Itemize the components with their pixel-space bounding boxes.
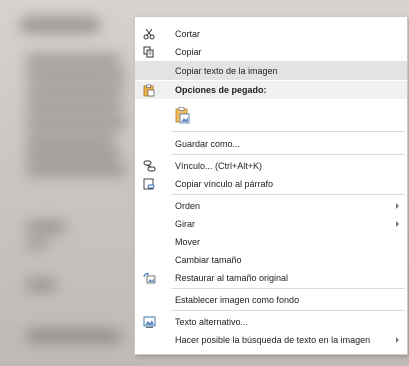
paste-as-picture-button[interactable] [135, 103, 407, 127]
menu-item-label: Copiar texto de la imagen [175, 65, 278, 76]
menu-item-make-text-searchable[interactable]: Hacer posible la búsqueda de texto en la… [135, 331, 407, 349]
menu-item-cut[interactable]: Cortar [135, 25, 407, 42]
menu-item-copy-link-to-paragraph[interactable]: Copiar vínculo al párrafo [135, 175, 407, 192]
menu-item-rotate[interactable]: Girar [135, 215, 407, 232]
menu-item-alt-text[interactable]: Texto alternativo... [135, 313, 407, 330]
submenu-arrow-icon [396, 337, 399, 343]
menu-separator [171, 310, 405, 311]
menu-separator [171, 131, 405, 132]
paste-icon [141, 82, 157, 98]
menu-item-label: Copiar vínculo al párrafo [175, 178, 274, 189]
menu-item-label: Orden [175, 200, 201, 211]
menu-item-set-picture-as-background[interactable]: Establecer imagen como fondo [135, 291, 407, 308]
menu-item-label: Hacer posible la búsqueda de texto en la… [175, 335, 371, 345]
link-icon [141, 158, 157, 174]
menu-item-link[interactable]: Vínculo... (Ctrl+Alt+K) [135, 157, 407, 174]
menu-item-label: Girar [175, 218, 195, 229]
menu-item-copy[interactable]: Copiar [135, 43, 407, 60]
paste-picture-icon [175, 106, 191, 124]
menu-item-resize[interactable]: Cambiar tamaño [135, 251, 407, 268]
submenu-arrow-icon [396, 220, 399, 227]
menu-item-label: Copiar [175, 46, 202, 57]
scissors-icon [141, 26, 157, 42]
submenu-arrow-icon [396, 202, 399, 209]
alt-text-icon [141, 314, 157, 330]
menu-item-label: Guardar como... [175, 138, 241, 149]
copy-icon [141, 44, 157, 60]
menu-item-restore-original-size[interactable]: Restaurar al tamaño original [135, 269, 407, 286]
menu-separator [171, 288, 405, 289]
paste-options-header: Opciones de pegado: [135, 81, 407, 99]
menu-item-label: Texto alternativo... [175, 316, 249, 327]
menu-item-save-as[interactable]: Guardar como... [135, 135, 407, 152]
menu-item-label: Establecer imagen como fondo [175, 294, 300, 305]
menu-separator [171, 154, 405, 155]
link-paragraph-icon [141, 176, 157, 192]
restore-size-icon [141, 270, 157, 286]
menu-item-label: Mover [175, 236, 201, 247]
menu-item-label: Vínculo... (Ctrl+Alt+K) [175, 160, 263, 171]
menu-item-label: Cortar [175, 28, 201, 39]
menu-item-label: Cambiar tamaño [175, 254, 242, 265]
menu-item-copy-text-from-picture[interactable]: Copiar texto de la imagen [135, 61, 407, 80]
menu-item-move[interactable]: Mover [135, 233, 407, 250]
menu-separator [171, 194, 405, 195]
menu-item-label: Restaurar al tamaño original [175, 272, 289, 283]
menu-item-order[interactable]: Orden [135, 197, 407, 214]
context-menu: Cortar Copiar Copiar texto de la imagen … [134, 16, 408, 355]
menu-item-label: Opciones de pegado: [175, 85, 267, 95]
